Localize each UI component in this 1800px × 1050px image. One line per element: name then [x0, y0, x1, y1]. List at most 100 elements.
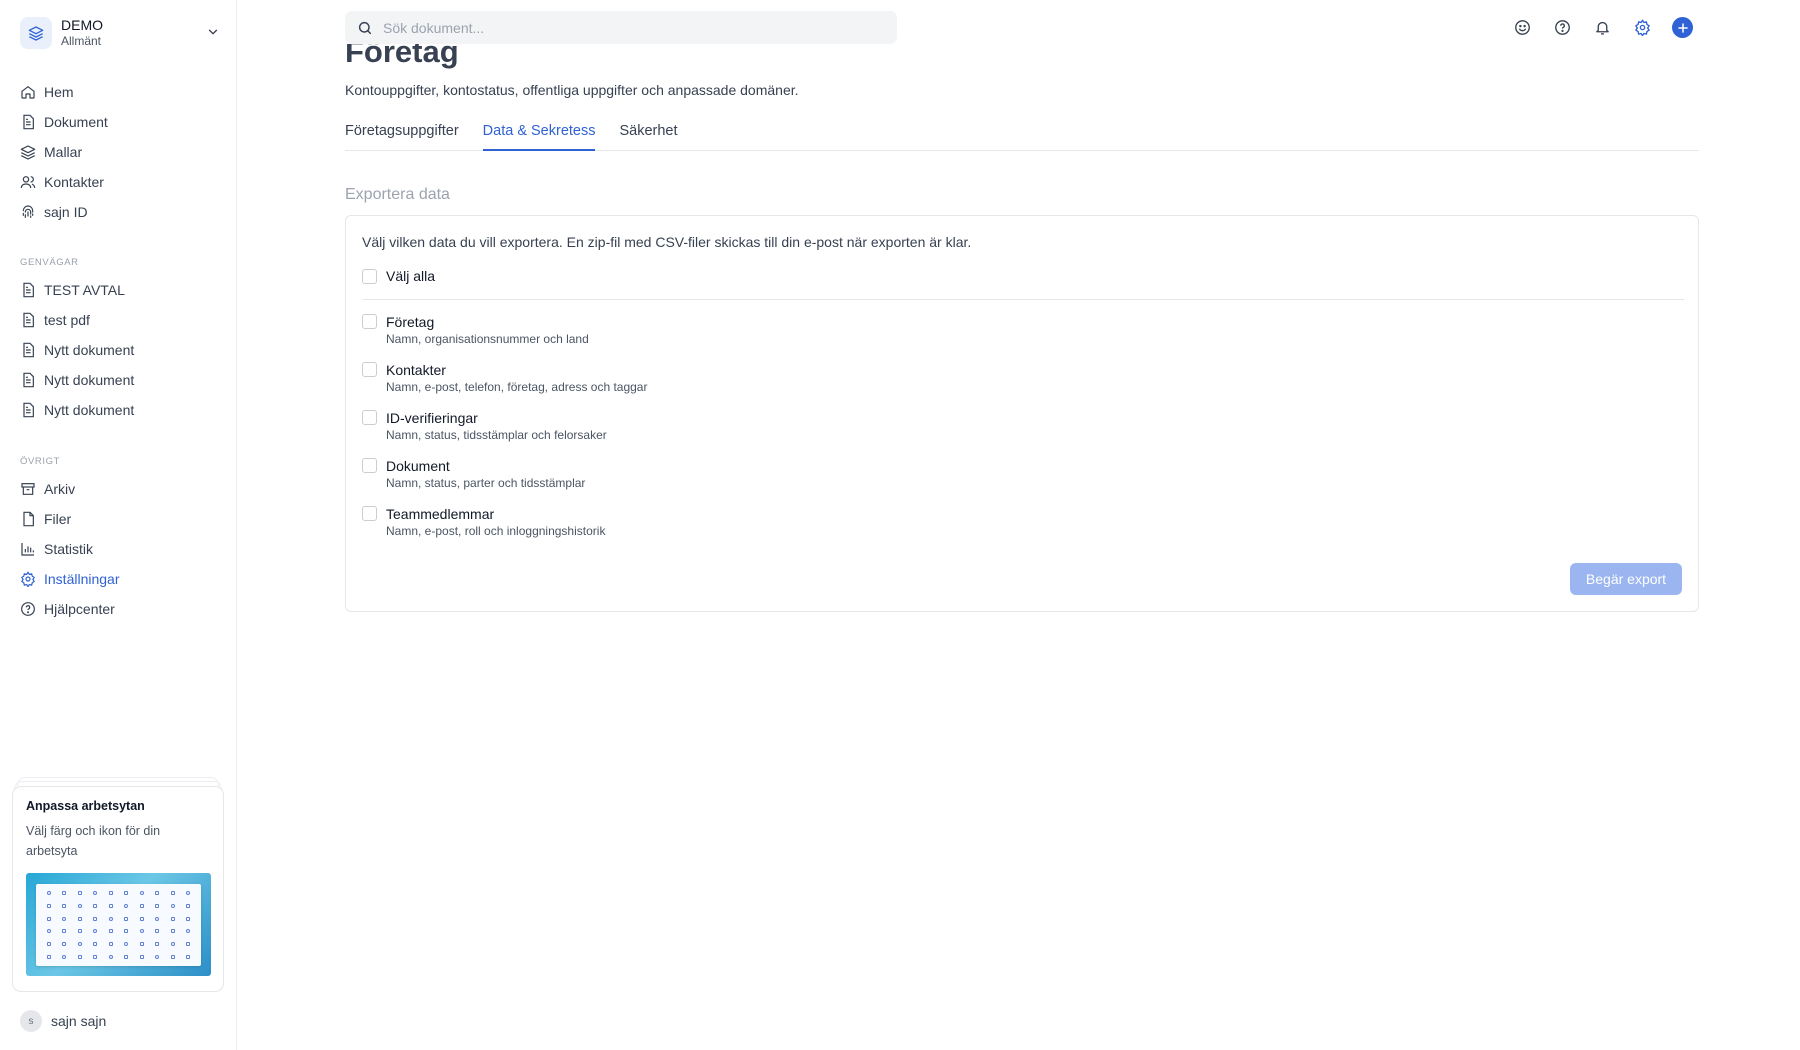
- sidebar-item-filer[interactable]: Filer: [20, 504, 230, 534]
- shortcut-item[interactable]: TEST AVTAL: [20, 275, 230, 305]
- option-checkbox[interactable]: [362, 458, 377, 473]
- fingerprint-icon: [22, 205, 34, 218]
- sidebar-item-label: Arkiv: [44, 481, 76, 497]
- mini-icon: [155, 941, 160, 946]
- user-menu[interactable]: s sajn sajn: [20, 1010, 106, 1032]
- export-option[interactable]: ID-verifieringar Namn, status, tidsstämp…: [362, 409, 1682, 444]
- sidebar-item-hjalpcenter[interactable]: Hjälpcenter: [20, 594, 230, 624]
- select-all-row[interactable]: Välj alla: [362, 265, 1682, 287]
- option-checkbox[interactable]: [362, 410, 377, 425]
- mini-icon: [186, 916, 191, 921]
- option-checkbox[interactable]: [362, 506, 377, 521]
- export-option[interactable]: Teammedlemmar Namn, e-post, roll och inl…: [362, 505, 1682, 540]
- option-description: Namn, status, tidsstämplar och felorsake…: [386, 428, 607, 442]
- mini-icon: [170, 941, 175, 946]
- mini-icon: [62, 929, 67, 934]
- export-option[interactable]: Kontakter Namn, e-post, telefon, företag…: [362, 361, 1682, 396]
- divider: [362, 299, 1684, 300]
- mini-icon: [62, 903, 67, 908]
- document-icon: [23, 114, 34, 130]
- chevron-down-icon[interactable]: [206, 25, 220, 44]
- shortcut-item[interactable]: Nytt dokument: [20, 365, 230, 395]
- other-heading: ÖVRIGT: [20, 456, 61, 467]
- export-option[interactable]: Företag Namn, organisationsnummer och la…: [362, 313, 1682, 348]
- mini-icon: [46, 903, 51, 908]
- search-input[interactable]: [383, 19, 863, 36]
- sidebar-item-kontakter[interactable]: Kontakter: [20, 167, 230, 197]
- option-label: Dokument: [386, 458, 450, 474]
- mini-icon: [77, 941, 82, 946]
- tab-sakerhet[interactable]: Säkerhet: [619, 120, 677, 151]
- mini-icon: [155, 916, 160, 921]
- sidebar-item-hem[interactable]: Hem: [20, 77, 230, 107]
- mini-icon: [155, 954, 160, 959]
- mini-icon: [124, 903, 129, 908]
- mini-icon: [139, 954, 144, 959]
- mini-icon: [46, 891, 51, 896]
- mini-icon: [62, 954, 67, 959]
- sidebar-item-arkiv[interactable]: Arkiv: [20, 474, 230, 504]
- option-label: Kontakter: [386, 362, 446, 378]
- promo-title: Anpassa arbetsytan: [26, 799, 145, 813]
- document-icon: [23, 372, 34, 388]
- plus-icon: [1677, 22, 1688, 33]
- sidebar-item-label: Filer: [44, 511, 72, 527]
- sidebar-item-mallar[interactable]: Mallar: [20, 137, 230, 167]
- option-label: Teammedlemmar: [386, 506, 495, 522]
- sidebar-item-statistik[interactable]: Statistik: [20, 534, 230, 564]
- shortcut-label: Nytt dokument: [44, 402, 135, 418]
- shortcuts-heading: GENVÄGAR: [20, 257, 79, 268]
- tab-data-sekretess[interactable]: Data & Sekretess: [482, 120, 596, 151]
- option-checkbox[interactable]: [362, 362, 377, 377]
- feedback-smiley-icon[interactable]: [1512, 18, 1532, 38]
- file-icon: [23, 511, 34, 527]
- sidebar-item-installningar[interactable]: Inställningar: [20, 564, 230, 594]
- shortcut-item[interactable]: Nytt dokument: [20, 395, 230, 425]
- select-all-checkbox[interactable]: [362, 268, 377, 284]
- sidebar-item-label: Hem: [44, 84, 74, 100]
- workspace-switcher[interactable]: DEMO Allmänt: [20, 15, 220, 51]
- customize-workspace-card[interactable]: Anpassa arbetsytan Välj färg och ikon fö…: [12, 786, 224, 992]
- search-bar[interactable]: [345, 11, 897, 44]
- request-export-button[interactable]: Begär export: [1570, 563, 1682, 595]
- section-title: Exportera data: [345, 186, 450, 203]
- shortcut-label: TEST AVTAL: [44, 282, 125, 298]
- workspace-logo-icon: [20, 17, 52, 49]
- icon-grid-illustration: [36, 884, 201, 966]
- sidebar: DEMO Allmänt Hem Dokument Mallar Kontakt…: [0, 0, 237, 1050]
- mini-icon: [124, 954, 129, 959]
- users-icon: [20, 176, 36, 189]
- mini-icon: [139, 941, 144, 946]
- mini-icon: [124, 929, 129, 934]
- option-description: Namn, status, parter och tidsstämplar: [386, 476, 586, 490]
- mini-icon: [170, 891, 175, 896]
- mini-icon: [186, 954, 191, 959]
- add-new-button[interactable]: [1672, 17, 1693, 38]
- sidebar-item-dokument[interactable]: Dokument: [20, 107, 230, 137]
- tab-foretagsuppgifter[interactable]: Företagsuppgifter: [345, 120, 459, 151]
- mini-icon: [170, 916, 175, 921]
- promo-illustration: [26, 873, 211, 976]
- bell-icon[interactable]: [1592, 18, 1612, 38]
- mini-icon: [124, 941, 129, 946]
- mini-icon: [139, 903, 144, 908]
- gear-icon[interactable]: [1632, 18, 1652, 38]
- mini-icon: [108, 929, 113, 934]
- sidebar-item-sajn-id[interactable]: sajn ID: [20, 197, 230, 227]
- mini-icon: [170, 954, 175, 959]
- sidebar-item-label: Hjälpcenter: [44, 601, 115, 617]
- document-icon: [23, 312, 34, 328]
- option-checkbox[interactable]: [362, 314, 377, 329]
- gear-icon: [20, 571, 36, 587]
- shortcut-item[interactable]: Nytt dokument: [20, 335, 230, 365]
- mini-icon: [46, 916, 51, 921]
- mini-icon: [46, 929, 51, 934]
- document-icon: [23, 342, 34, 358]
- mini-icon: [170, 929, 175, 934]
- help-icon[interactable]: [1552, 18, 1572, 38]
- workspace-subtitle: Allmänt: [61, 34, 102, 48]
- mini-icon: [93, 891, 98, 896]
- export-option[interactable]: Dokument Namn, status, parter och tidsst…: [362, 457, 1682, 492]
- sidebar-item-label: Statistik: [44, 541, 94, 557]
- shortcut-item[interactable]: test pdf: [20, 305, 230, 335]
